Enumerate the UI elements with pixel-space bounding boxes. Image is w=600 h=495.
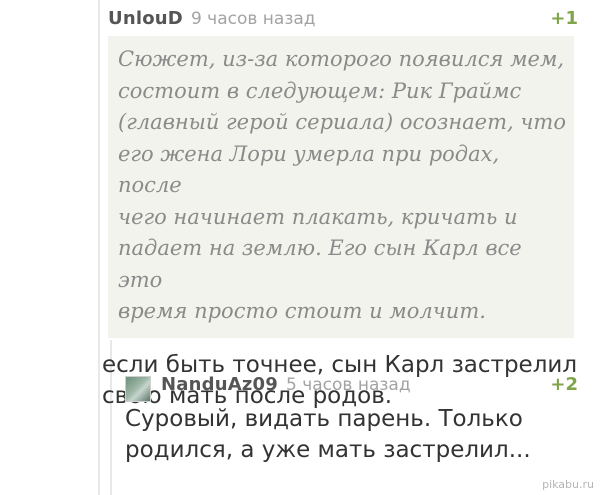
thread-line (98, 0, 100, 495)
reply-comment: NanduAz09 5 часов назад +2 Суровый, вида… (125, 368, 578, 466)
comment-time[interactable]: 5 часов назад (286, 375, 411, 395)
comment-rating: +2 (550, 374, 578, 395)
comment-author[interactable]: NanduAz09 (161, 374, 278, 395)
comment-quote: Сюжет, из-за которого появился мем, сост… (108, 36, 574, 338)
comment: UnlouD 9 часов назад +1 Сюжет, из-за кот… (102, 0, 578, 412)
comment-time[interactable]: 9 часов назад (191, 9, 316, 29)
comment-header: NanduAz09 5 часов назад +2 (125, 368, 578, 404)
comment-author[interactable]: UnlouD (108, 8, 183, 29)
site-watermark: pikabu.ru (542, 478, 594, 491)
comment-header: UnlouD 9 часов назад +1 (108, 0, 578, 36)
comment-rating: +1 (550, 8, 578, 29)
comment-text: Суровый, видать парень. Только родился, … (125, 406, 531, 463)
avatar[interactable] (125, 376, 151, 402)
